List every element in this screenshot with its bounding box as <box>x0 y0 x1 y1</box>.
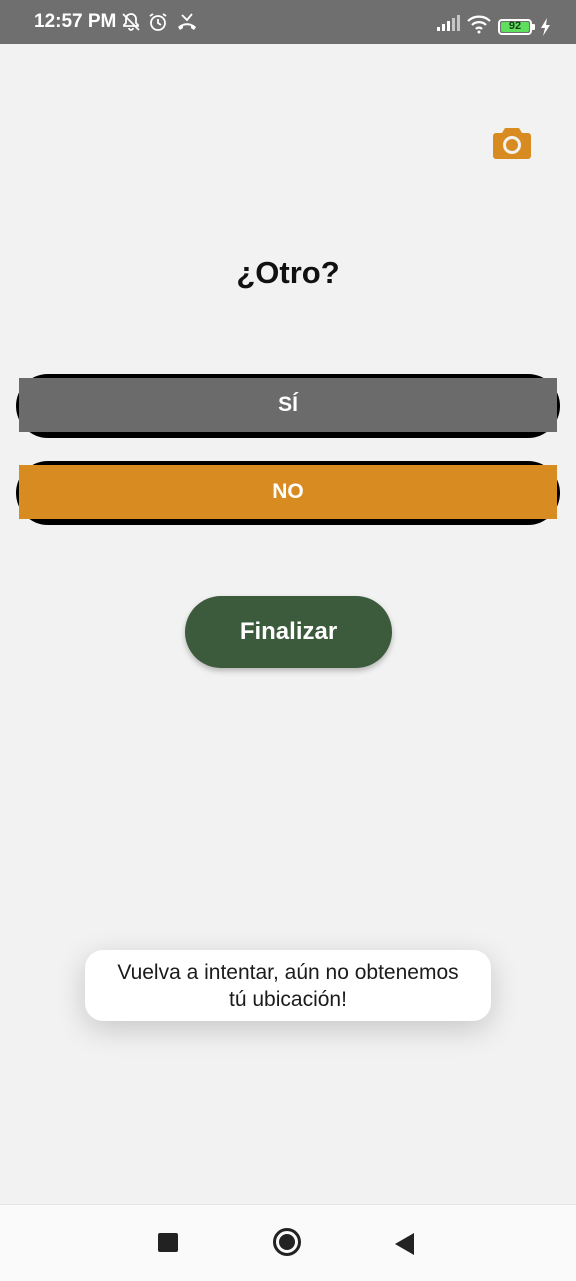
toast-message: Vuelva a intentar, aún no obtenemos tú u… <box>85 950 491 1021</box>
camera-icon <box>493 128 531 159</box>
toast-line-2: tú ubicación! <box>229 988 347 1011</box>
recents-icon[interactable] <box>158 1233 178 1252</box>
yes-button[interactable]: SÍ <box>19 378 557 432</box>
camera-button[interactable] <box>492 124 532 162</box>
status-bar: 12:57 PM 92 <box>0 0 576 44</box>
option-no: NO <box>16 461 560 525</box>
battery-level: 92 <box>508 20 522 32</box>
charging-icon <box>541 18 550 36</box>
missed-call-icon <box>178 13 196 30</box>
no-button[interactable]: NO <box>19 465 557 519</box>
alarm-icon <box>149 13 167 31</box>
back-icon[interactable] <box>394 1233 414 1255</box>
home-icon[interactable] <box>273 1228 301 1256</box>
option-yes: SÍ <box>16 374 560 438</box>
finish-button[interactable]: Finalizar <box>185 596 392 668</box>
notifications-off-icon <box>122 13 140 31</box>
navigation-bar <box>0 1204 576 1281</box>
question-title: ¿Otro? <box>236 255 340 290</box>
toast-line-1: Vuelva a intentar, aún no obtenemos <box>117 961 459 984</box>
status-time: 12:57 PM <box>34 11 117 32</box>
signal-icon <box>437 15 460 31</box>
wifi-icon <box>467 15 491 34</box>
battery-icon: 92 <box>498 19 532 35</box>
